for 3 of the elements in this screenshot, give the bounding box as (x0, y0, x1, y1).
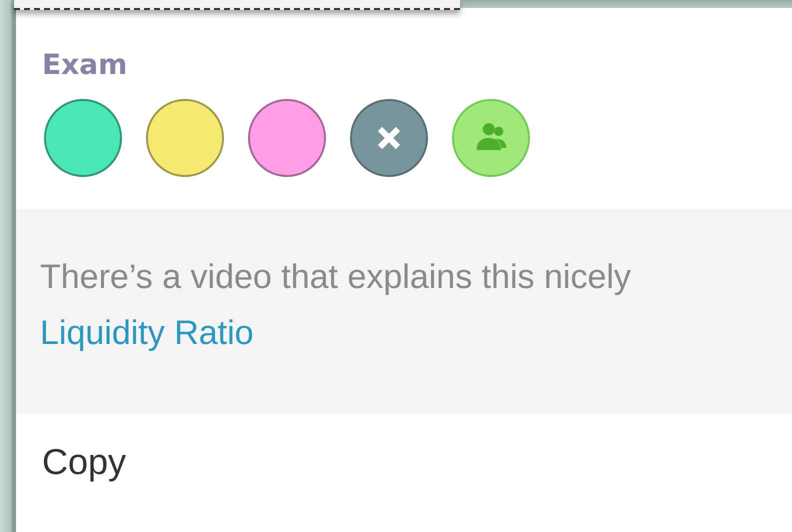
comment-text: There’s a video that explains this nicely Liquidity Ratio (40, 257, 632, 354)
section-title: Exam (42, 48, 128, 81)
copy-button[interactable]: Copy (36, 437, 132, 487)
